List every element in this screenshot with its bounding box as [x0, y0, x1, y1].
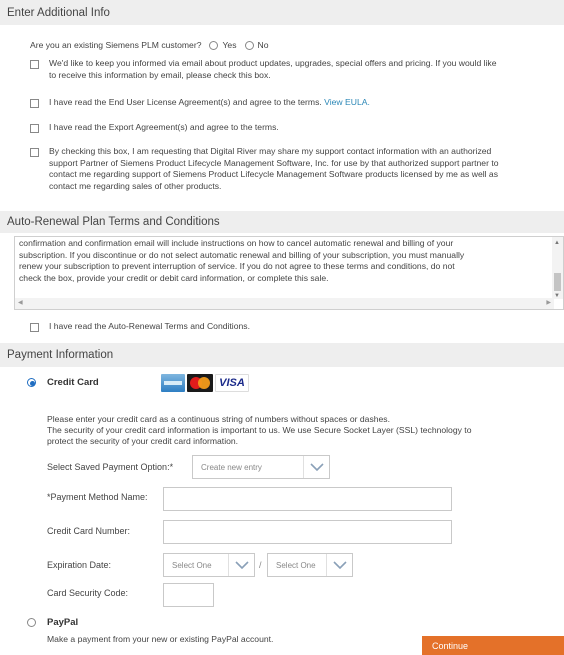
share-contact-checkbox[interactable]: [30, 148, 39, 157]
plm-customer-yes-label: Yes: [222, 40, 237, 50]
share-contact-row: By checking this box, I am requesting th…: [30, 146, 564, 192]
card-instructions: Please enter your credit card as a conti…: [47, 414, 471, 447]
credit-card-option[interactable]: Credit Card: [27, 377, 99, 388]
chevron-down-icon: [228, 554, 254, 576]
paypal-label: PayPal: [47, 617, 79, 628]
plm-customer-question: Are you an existing Siemens PLM customer…: [30, 40, 202, 50]
expiration-year-select[interactable]: Select One: [267, 553, 353, 577]
terms-horizontal-scrollbar[interactable]: ◀ ▶: [15, 298, 554, 309]
card-number-input[interactable]: [163, 520, 452, 544]
scroll-down-icon[interactable]: ▼: [554, 293, 560, 299]
email-updates-row: We'd like to keep you informed via email…: [30, 58, 564, 81]
chevron-down-icon: [303, 456, 329, 478]
card-instructions-line: Please enter your credit card as a conti…: [47, 414, 390, 424]
credit-card-label: Credit Card: [47, 377, 99, 388]
share-contact-text-3: contact me regarding support of Siemens …: [49, 169, 499, 179]
terms-line: renew your subscription to prevent inter…: [19, 261, 455, 272]
plm-customer-question-row: Are you an existing Siemens PLM customer…: [30, 40, 269, 52]
terms-line: check the box, provide your credit or de…: [19, 272, 329, 283]
saved-payment-option-label: Select Saved Payment Option:*: [47, 462, 174, 472]
expiration-separator: /: [259, 560, 262, 570]
plm-customer-yes-radio[interactable]: [209, 41, 219, 51]
auto-renewal-title: Auto-Renewal Plan Terms and Conditions: [7, 216, 220, 228]
continue-button[interactable]: Continue: [422, 636, 564, 655]
payment-method-name-input[interactable]: [163, 487, 452, 511]
additional-info-title: Enter Additional Info: [7, 6, 110, 19]
auto-renewal-header: Auto-Renewal Plan Terms and Conditions: [0, 211, 564, 233]
continue-button-label: Continue: [432, 640, 469, 651]
auto-renewal-agree-row: I have read the Auto-Renewal Terms and C…: [30, 321, 250, 333]
scroll-thumb[interactable]: [554, 273, 561, 291]
paypal-option[interactable]: PayPal: [27, 617, 78, 628]
terms-line: confirmation and confirmation email will…: [19, 238, 454, 248]
share-contact-text-1: By checking this box, I am requesting th…: [49, 146, 492, 156]
export-agreement-row: I have read the Export Agreement(s) and …: [30, 122, 279, 134]
expiration-month-value: Select One: [172, 560, 212, 570]
email-updates-checkbox[interactable]: [30, 60, 39, 69]
expiration-month-select[interactable]: Select One: [163, 553, 255, 577]
eula-row: I have read the End User License Agreeme…: [30, 97, 370, 109]
auto-renewal-agree-checkbox[interactable]: [30, 323, 39, 332]
terms-line: subscription. If you discontinue or do n…: [19, 249, 465, 260]
expiration-year-value: Select One: [276, 560, 316, 570]
terms-vertical-scrollbar[interactable]: ▲ ▼: [552, 237, 563, 299]
chevron-down-icon: [326, 554, 352, 576]
export-agreement-checkbox[interactable]: [30, 124, 39, 133]
visa-card-icon: VISA: [215, 374, 249, 392]
card-security-code-link[interactable]: Card Security Code:: [47, 588, 128, 598]
saved-payment-option-select[interactable]: Create new entry: [192, 455, 330, 479]
card-instructions-line: protect the security of your credit card…: [47, 436, 239, 446]
paypal-radio[interactable]: [27, 618, 36, 627]
share-contact-text-4: contact me regarding sales of other prod…: [49, 180, 222, 191]
auto-renewal-terms-box[interactable]: confirmation and confirmation email will…: [14, 236, 564, 310]
plm-customer-no-label: No: [257, 40, 269, 50]
amex-card-icon: [161, 374, 185, 392]
saved-payment-option-value: Create new entry: [201, 462, 262, 472]
mastercard-icon: [187, 374, 213, 392]
auto-renewal-terms-text: confirmation and confirmation email will…: [19, 238, 547, 284]
payment-method-name-label: *Payment Method Name:: [47, 492, 148, 502]
scroll-up-icon[interactable]: ▲: [554, 240, 560, 246]
scroll-right-icon[interactable]: ▶: [546, 299, 551, 306]
visa-logo-text: VISA: [219, 377, 245, 389]
payment-info-title: Payment Information: [7, 349, 114, 361]
card-security-code-input[interactable]: [163, 583, 214, 607]
card-number-label: Credit Card Number:: [47, 526, 131, 536]
payment-info-header: Payment Information: [0, 343, 564, 367]
eula-checkbox[interactable]: [30, 99, 39, 108]
plm-customer-no-radio[interactable]: [244, 41, 254, 51]
eula-text: I have read the End User License Agreeme…: [49, 97, 322, 107]
additional-info-header: Enter Additional Info: [0, 0, 564, 25]
auto-renewal-agree-label: I have read the Auto-Renewal Terms and C…: [49, 321, 250, 331]
share-contact-text-2: support Partner of Siemens Product Lifec…: [49, 157, 499, 168]
view-eula-link[interactable]: View EULA.: [324, 97, 370, 107]
export-agreement-link[interactable]: I have read the Export Agreement(s) and …: [49, 122, 279, 134]
expiration-date-label: Expiration Date:: [47, 560, 112, 570]
email-updates-text-1: We'd like to keep you informed via email…: [49, 58, 497, 68]
paypal-description: Make a payment from your new or existing…: [47, 634, 274, 644]
card-instructions-line: The security of your credit card informa…: [47, 425, 472, 435]
scroll-left-icon[interactable]: ◀: [18, 299, 23, 306]
email-updates-text-2: to receive this information by email, pl…: [49, 69, 271, 80]
credit-card-radio[interactable]: [27, 378, 36, 387]
